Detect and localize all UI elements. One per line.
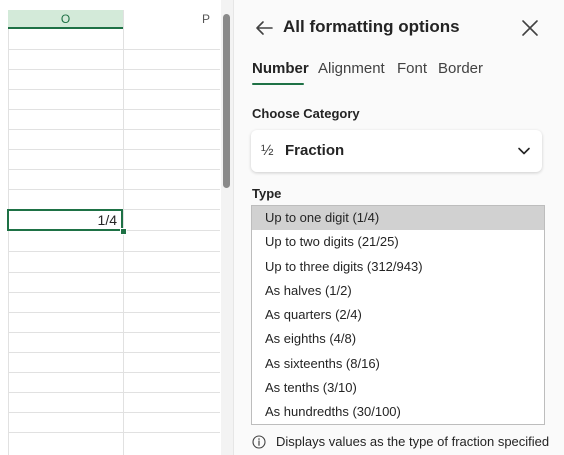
row-divider	[8, 272, 220, 273]
row-divider	[8, 412, 220, 413]
type-option-tenths[interactable]: As tenths (3/10)	[252, 376, 544, 400]
row-divider	[8, 251, 220, 252]
category-selected-value: Fraction	[285, 142, 345, 159]
tab-number[interactable]: Number	[252, 60, 309, 85]
formatting-pane: All formatting options Number Alignment …	[233, 0, 564, 455]
type-option-eighths[interactable]: As eighths (4/8)	[252, 327, 544, 351]
fill-handle[interactable]	[120, 228, 127, 235]
chevron-down-icon	[518, 147, 530, 155]
row-divider	[8, 69, 220, 70]
tab-alignment[interactable]: Alignment	[318, 60, 385, 77]
active-cell[interactable]: 1/4	[7, 209, 123, 231]
info-icon	[252, 435, 266, 449]
pane-title: All formatting options	[283, 17, 460, 36]
row-divider	[8, 109, 220, 110]
tab-label: Number	[252, 60, 309, 77]
row-divider	[8, 352, 220, 353]
type-option-one-digit[interactable]: Up to one digit (1/4)	[252, 206, 544, 231]
type-option-two-digits[interactable]: Up to two digits (21/25)	[252, 230, 544, 254]
choose-category-label: Choose Category	[252, 106, 360, 121]
active-tab-indicator	[252, 83, 304, 85]
row-divider	[8, 189, 220, 190]
info-text: Displays values as the type of fraction …	[276, 434, 550, 449]
fraction-icon: ½	[261, 142, 274, 159]
row-divider	[8, 89, 220, 90]
category-dropdown[interactable]: ½ Fraction	[251, 130, 542, 172]
scrollbar-thumb[interactable]	[223, 14, 230, 188]
arrow-left-icon	[256, 21, 273, 35]
spreadsheet-grid[interactable]: O P 1/4	[0, 0, 220, 455]
type-label: Type	[252, 186, 282, 201]
row-divider	[8, 169, 220, 170]
row-divider	[8, 432, 220, 433]
close-button[interactable]	[518, 16, 542, 40]
row-divider	[8, 129, 220, 130]
row-divider	[8, 49, 220, 50]
type-option-halves[interactable]: As halves (1/2)	[252, 279, 544, 303]
back-button[interactable]	[252, 16, 276, 40]
column-header-o[interactable]: O	[8, 10, 123, 29]
row-divider	[8, 292, 220, 293]
pane-header: All formatting options	[234, 0, 564, 56]
tab-border[interactable]: Border	[438, 60, 483, 77]
type-option-hundredths[interactable]: As hundredths (30/100)	[252, 400, 544, 424]
row-divider	[8, 372, 220, 373]
row-divider	[8, 149, 220, 150]
tab-font[interactable]: Font	[397, 60, 427, 77]
row-divider	[8, 332, 220, 333]
close-icon	[522, 20, 538, 36]
type-option-three-digits[interactable]: Up to three digits (312/943)	[252, 255, 544, 279]
type-option-quarters[interactable]: As quarters (2/4)	[252, 303, 544, 327]
cell-grid[interactable]	[8, 29, 220, 455]
row-divider	[8, 312, 220, 313]
fraction-type-list[interactable]: Up to one digit (1/4) Up to two digits (…	[251, 205, 545, 425]
type-option-sixteenths[interactable]: As sixteenths (8/16)	[252, 352, 544, 376]
column-header-p[interactable]: P	[123, 10, 220, 29]
row-divider	[8, 392, 220, 393]
